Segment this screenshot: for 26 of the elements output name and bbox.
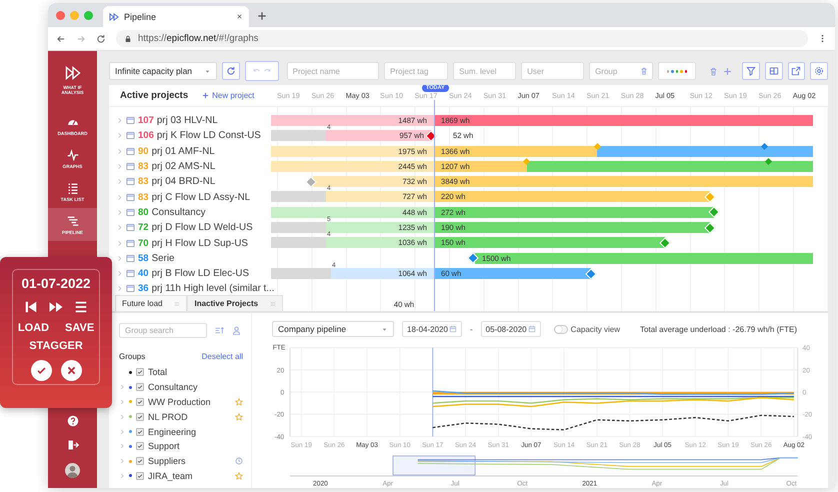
summary-text: Total average underload : -26.79 wh/h (FTE) [640, 324, 798, 334]
group-name: Consultancy [148, 382, 199, 392]
group-name: JIRA_team [148, 470, 194, 481]
panel-title: Active projects [120, 90, 188, 101]
project-score: 90 [138, 146, 149, 157]
project-score: 58 [138, 252, 149, 264]
date-separator: - [470, 324, 473, 334]
group-name: WW Production [148, 396, 212, 407]
project-score: 72 [138, 222, 149, 234]
project-score: 36 [138, 283, 149, 294]
date-text: 01-07-2022 [21, 276, 91, 291]
project-score: 107 [138, 115, 154, 126]
project-score: 83 [138, 176, 149, 188]
group-name: Suppliers [148, 456, 187, 466]
group-name: NL PROD [148, 412, 189, 422]
toggle-label: Capacity view [570, 324, 620, 334]
group-name: Support [148, 441, 181, 452]
project-score: 70 [138, 238, 149, 249]
section-title: Groups [119, 352, 146, 361]
group-name: Engineering [148, 426, 198, 437]
project-score: 83 [138, 192, 149, 203]
group-name: Total [148, 367, 168, 378]
project-score: 40 [138, 268, 149, 280]
project-score: 80 [138, 206, 149, 218]
project-score: 83 [138, 161, 149, 172]
project-score: 106 [138, 130, 154, 142]
